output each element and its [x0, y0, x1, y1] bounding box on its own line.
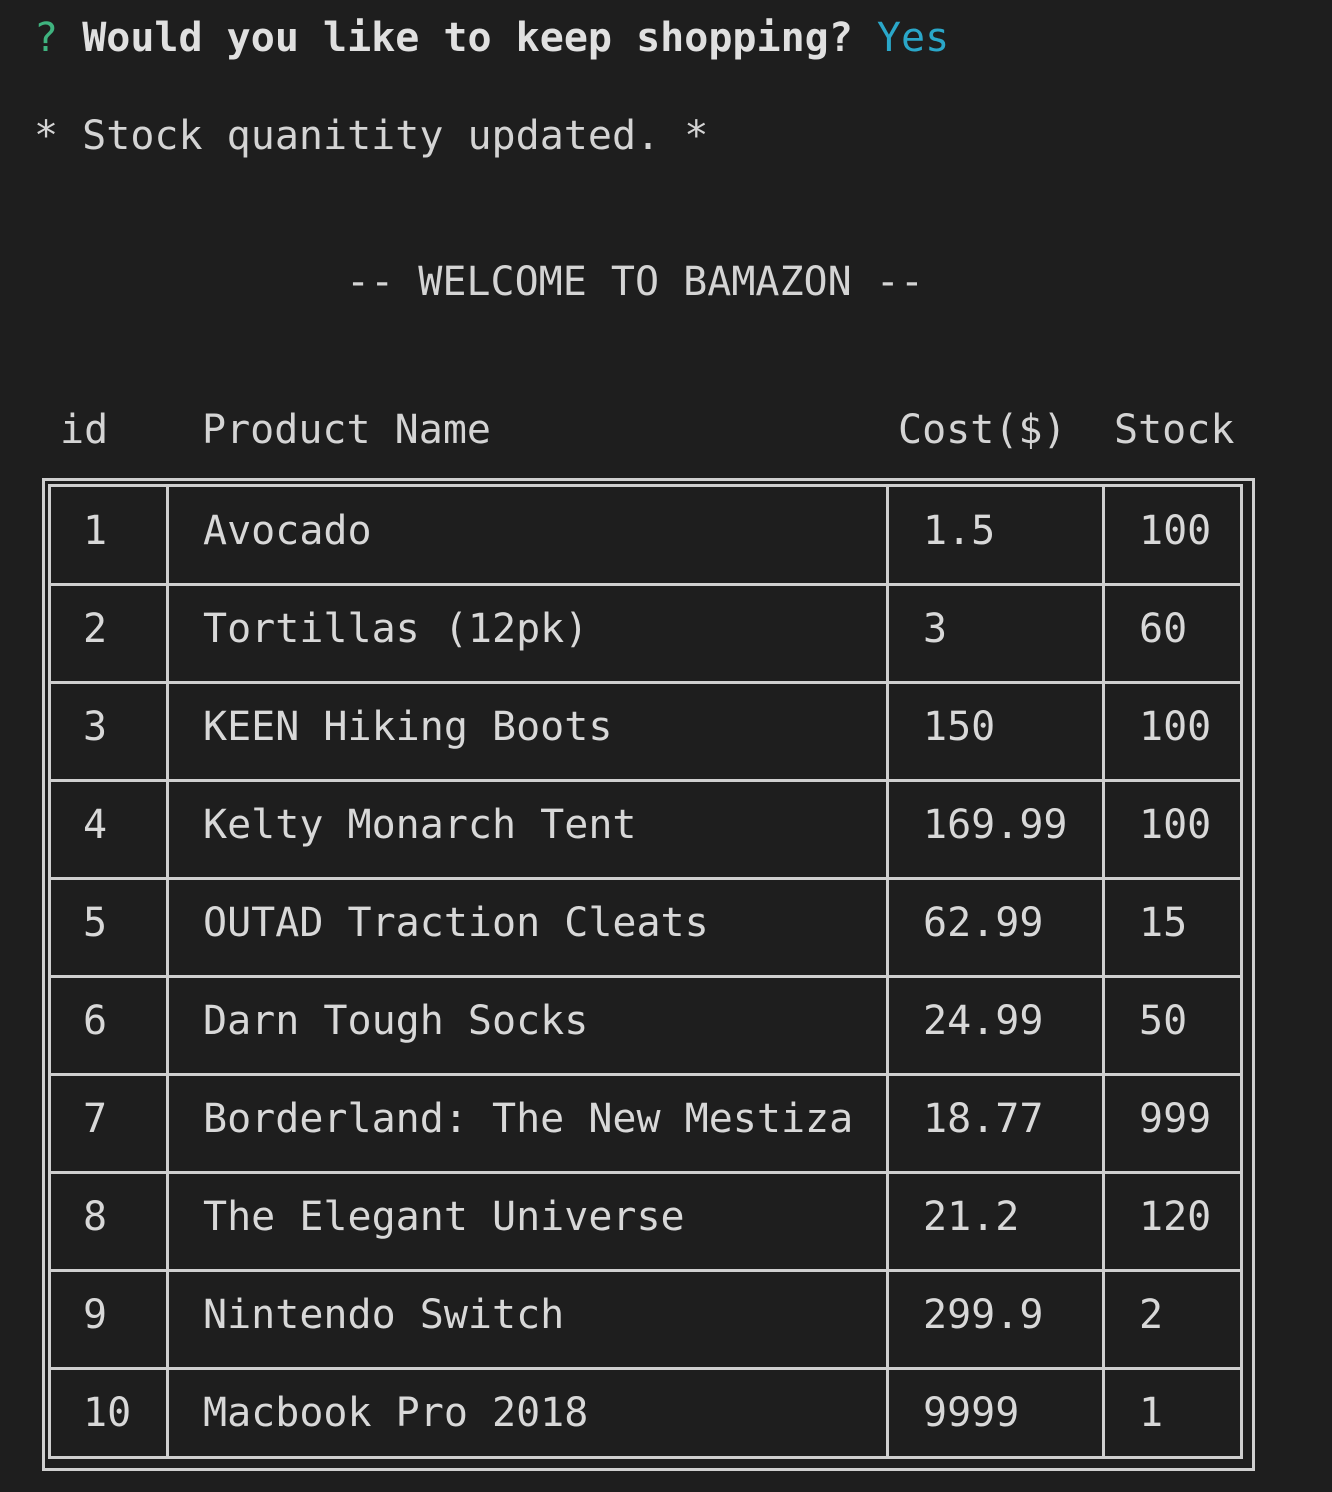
- table-cell-cost: 299.9: [923, 1292, 1044, 1338]
- row-divider: [51, 1073, 1240, 1076]
- table-cell-name: Tortillas (12pk): [203, 606, 589, 652]
- table-cell-name: Kelty Monarch Tent: [203, 802, 637, 848]
- table-cell-id: 3: [83, 704, 108, 750]
- row-divider: [51, 877, 1240, 880]
- column-header-stock: Stock: [1114, 407, 1235, 453]
- table-cell-stock: 1: [1139, 1390, 1164, 1436]
- prompt-question: Would you like to keep shopping?: [82, 15, 853, 61]
- welcome-banner: -- WELCOME TO BAMAZON --: [346, 259, 924, 305]
- row-divider: [51, 1269, 1240, 1272]
- table-cell-id: 10: [83, 1390, 132, 1436]
- table-cell-name: The Elegant Universe: [203, 1194, 685, 1240]
- table-cell-cost: 169.99: [923, 802, 1068, 848]
- table-cell-stock: 60: [1139, 606, 1188, 652]
- table-cell-id: 4: [83, 802, 108, 848]
- column-header-cost: Cost($): [898, 407, 1067, 453]
- table-cell-stock: 100: [1139, 704, 1212, 750]
- table-cell-cost: 150: [923, 704, 996, 750]
- prompt-question-mark: ?: [34, 15, 59, 61]
- table-cell-stock: 100: [1139, 802, 1212, 848]
- table-cell-stock: 15: [1139, 900, 1188, 946]
- table-cell-name: Darn Tough Socks: [203, 998, 589, 1044]
- table-cell-name: OUTAD Traction Cleats: [203, 900, 709, 946]
- table-cell-id: 1: [83, 508, 108, 554]
- table-cell-id: 8: [83, 1194, 108, 1240]
- table-cell-id: 7: [83, 1096, 108, 1142]
- row-divider: [51, 1171, 1240, 1174]
- table-cell-stock: 50: [1139, 998, 1188, 1044]
- table-cell-stock: 120: [1139, 1194, 1212, 1240]
- row-divider: [51, 681, 1240, 684]
- table-cell-id: 6: [83, 998, 108, 1044]
- product-table-grid: 1 Avocado 1.5 100 2 Tortillas (12pk) 3 60 3 KEEN …: [48, 484, 1243, 1459]
- product-table: 1 Avocado 1.5 100 2 Tortillas (12pk) 3 60 3 KEEN …: [42, 478, 1255, 1471]
- row-divider: [51, 779, 1240, 782]
- table-cell-cost: 21.2: [923, 1194, 1020, 1240]
- table-cell-id: 5: [83, 900, 108, 946]
- column-divider: [166, 487, 169, 1456]
- table-cell-stock: 100: [1139, 508, 1212, 554]
- table-cell-name: Avocado: [203, 508, 372, 554]
- prompt-answer[interactable]: Yes: [877, 15, 949, 61]
- table-cell-cost: 9999: [923, 1390, 1020, 1436]
- column-header-product-name: Product Name: [202, 407, 491, 453]
- table-cell-cost: 24.99: [923, 998, 1044, 1044]
- table-cell-id: 2: [83, 606, 108, 652]
- table-cell-cost: 1.5: [923, 508, 996, 554]
- table-cell-name: Macbook Pro 2018: [203, 1390, 589, 1436]
- table-cell-name: Nintendo Switch: [203, 1292, 565, 1338]
- prompt-line: ? Would you like to keep shopping? Yes: [34, 14, 949, 62]
- table-cell-stock: 999: [1139, 1096, 1212, 1142]
- table-cell-name: KEEN Hiking Boots: [203, 704, 613, 750]
- column-header-id: id: [60, 407, 109, 453]
- table-cell-name: Borderland: The New Mestiza: [203, 1096, 854, 1142]
- table-cell-cost: 3: [923, 606, 948, 652]
- table-cell-id: 9: [83, 1292, 108, 1338]
- row-divider: [51, 583, 1240, 586]
- table-cell-cost: 18.77: [923, 1096, 1044, 1142]
- table-cell-cost: 62.99: [923, 900, 1044, 946]
- status-message: * Stock quanitity updated. *: [34, 113, 709, 159]
- row-divider: [51, 1367, 1240, 1370]
- column-divider: [886, 487, 889, 1456]
- column-divider: [1102, 487, 1105, 1456]
- table-cell-stock: 2: [1139, 1292, 1164, 1338]
- row-divider: [51, 975, 1240, 978]
